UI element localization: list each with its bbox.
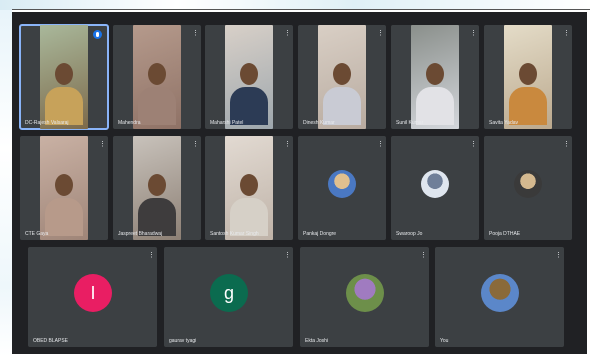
participant-name: gaurav tyagi xyxy=(169,338,197,344)
person-head xyxy=(55,174,73,196)
participant-name: Sunil Kumar xyxy=(396,120,424,126)
participant-tile-gaurav-tyagi[interactable]: g gaurav tyagi ⋮ xyxy=(164,247,293,347)
person-body xyxy=(45,198,83,236)
meeting-participant-grid: DC-Rajesh Valsaraj Mahendra ⋮ Maharshi Pate… xyxy=(12,12,587,354)
letter-avatar: g xyxy=(210,274,248,312)
participant-name: DC-Rajesh Valsaraj xyxy=(25,120,69,126)
participant-tile-obed-blapse[interactable]: I OBED BLAPSE ⋮ xyxy=(28,247,157,347)
participant-video xyxy=(504,25,552,129)
participant-video xyxy=(318,25,366,129)
more-vert-icon[interactable]: ⋮ xyxy=(563,141,570,148)
participant-tile-dc-rajesh-valsaraj[interactable]: DC-Rajesh Valsaraj xyxy=(19,24,109,130)
participant-name: Pooja DTHAE xyxy=(489,231,521,237)
person-head xyxy=(519,63,537,85)
participant-video xyxy=(133,25,181,129)
mic-active-icon xyxy=(93,30,102,39)
more-vert-icon[interactable]: ⋮ xyxy=(284,30,291,37)
background-left-strip xyxy=(0,10,12,356)
participant-name: You xyxy=(440,338,449,344)
participant-name: Pankaj Dongre xyxy=(303,231,337,237)
participant-name: Jaspreet Bharadwaj xyxy=(118,231,163,237)
person-head xyxy=(426,63,444,85)
person-head xyxy=(148,174,166,196)
profile-photo-avatar xyxy=(481,274,519,312)
more-vert-icon[interactable]: ⋮ xyxy=(420,252,427,259)
person-body xyxy=(138,87,176,125)
participant-tile-cte-gaya[interactable]: CTE Gaya ⋮ xyxy=(20,136,108,240)
participant-name: Santosh Kumar Singh xyxy=(210,231,259,237)
person-head xyxy=(55,63,73,85)
participant-tile-mahendra[interactable]: Mahendra ⋮ xyxy=(113,25,201,129)
more-vert-icon[interactable]: ⋮ xyxy=(377,141,384,148)
participant-name: Swaroop Jo xyxy=(396,231,423,237)
participant-name: Savita Yadav xyxy=(489,120,519,126)
more-vert-icon[interactable]: ⋮ xyxy=(99,141,106,148)
participant-tile-dinesh-kumar[interactable]: Dinesh Kumar ⋮ xyxy=(298,25,386,129)
profile-photo-avatar xyxy=(421,170,449,198)
participant-tile-savita-yadav[interactable]: Savita Yadav ⋮ xyxy=(484,25,572,129)
more-vert-icon[interactable]: ⋮ xyxy=(470,141,477,148)
participant-tile-jaspreet-bharadwaj[interactable]: Jaspreet Bharadwaj ⋮ xyxy=(113,136,201,240)
participant-name: Maharshi Patel xyxy=(210,120,244,126)
top-divider-line xyxy=(12,9,590,10)
participant-video xyxy=(225,136,273,240)
more-vert-icon[interactable]: ⋮ xyxy=(192,141,199,148)
participant-tile-you[interactable]: You ⋮ xyxy=(435,247,564,347)
more-vert-icon[interactable]: ⋮ xyxy=(470,30,477,37)
more-vert-icon[interactable]: ⋮ xyxy=(284,252,291,259)
participant-tile-maharshi-patel[interactable]: Maharshi Patel ⋮ xyxy=(205,25,293,129)
profile-photo-avatar xyxy=(514,170,542,198)
participant-name: CTE Gaya xyxy=(25,231,49,237)
participant-tile-pankaj-dongre[interactable]: Pankaj Dongre ⋮ xyxy=(298,136,386,240)
letter-avatar: I xyxy=(74,274,112,312)
participant-video xyxy=(225,25,273,129)
person-head xyxy=(148,63,166,85)
participant-tile-santosh-kumar-singh[interactable]: Santosh Kumar Singh ⋮ xyxy=(205,136,293,240)
participant-name: OBED BLAPSE xyxy=(33,338,69,344)
more-vert-icon[interactable]: ⋮ xyxy=(284,141,291,148)
participant-name: Mahendra xyxy=(118,120,141,126)
person-head xyxy=(333,63,351,85)
more-vert-icon[interactable]: ⋮ xyxy=(563,30,570,37)
participant-name: Ekta Joshi xyxy=(305,338,329,344)
participant-tile-swaroop-jo[interactable]: Swaroop Jo ⋮ xyxy=(391,136,479,240)
participant-tile-ekta-joshi[interactable]: Ekta Joshi ⋮ xyxy=(300,247,429,347)
more-vert-icon[interactable]: ⋮ xyxy=(148,252,155,259)
participant-tile-sunil-kumar[interactable]: Sunil Kumar ⋮ xyxy=(391,25,479,129)
more-vert-icon[interactable]: ⋮ xyxy=(192,30,199,37)
participant-video xyxy=(411,25,459,129)
participant-name: Dinesh Kumar xyxy=(303,120,335,126)
profile-photo-avatar xyxy=(328,170,356,198)
participant-tile-pooja-dthae[interactable]: Pooja DTHAE ⋮ xyxy=(484,136,572,240)
more-vert-icon[interactable]: ⋮ xyxy=(555,252,562,259)
person-head xyxy=(240,174,258,196)
participant-video xyxy=(40,136,88,240)
person-head xyxy=(240,63,258,85)
profile-photo-avatar xyxy=(346,274,384,312)
more-vert-icon[interactable]: ⋮ xyxy=(377,30,384,37)
participant-video xyxy=(133,136,181,240)
participant-video xyxy=(40,25,88,129)
